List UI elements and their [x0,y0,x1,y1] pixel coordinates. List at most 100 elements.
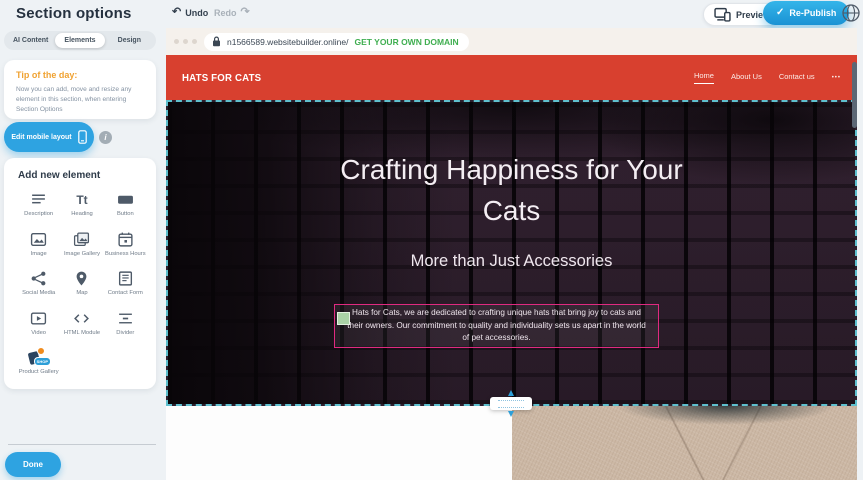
element-label: Contact Form [108,290,143,298]
element-label: Image [31,251,47,259]
nav-item-about[interactable]: About Us [731,72,762,84]
element-item-business-hours[interactable]: Business Hours [105,231,146,259]
republish-button[interactable]: ✓ Re-Publish [763,1,849,25]
resize-arrow-down-icon [508,411,514,417]
element-label: Image Gallery [64,251,100,259]
nav-more-icon[interactable]: ••• [832,75,841,81]
resize-grip-icon [498,400,524,408]
site-nav: Home About Us Contact us ••• [694,71,841,84]
done-label: Done [23,460,43,469]
map-pin-icon [73,270,90,287]
mobile-phone-icon [78,130,87,144]
devices-icon [714,6,731,23]
check-icon: ✓ [776,8,784,18]
preview-scrollbar[interactable] [852,62,857,128]
next-section-image[interactable] [512,406,857,480]
element-grid: Description Tt Heading Button Image [18,191,146,377]
element-label: Product Gallery [19,369,59,377]
tab-ai-content-label: AI Content [13,37,48,44]
nav-item-contact[interactable]: Contact us [779,72,815,84]
window-dots-icon [174,39,197,44]
shop-tag: SHOP [34,357,51,366]
get-domain-link[interactable]: GET YOUR OWN DOMAIN [354,37,458,47]
element-item-divider[interactable]: Divider [105,310,146,338]
product-gallery-icon: SHOP [28,349,50,366]
element-item-product-gallery[interactable]: SHOP Product Gallery [18,349,59,377]
section-resize-handle[interactable] [490,397,532,410]
redo-button[interactable]: Redo ↷ [214,7,250,18]
sidebar-tabs: AI Content Elements Design [4,31,156,50]
image-icon [30,231,47,248]
element-label: Business Hours [105,251,146,259]
element-item-contact-form[interactable]: Contact Form [105,270,146,298]
video-icon [30,310,47,327]
tip-title: Tip of the day: [16,70,144,80]
element-item-description[interactable]: Description [18,191,59,219]
divider-icon [117,310,134,327]
redo-icon: ↷ [241,7,250,18]
element-item-html-module[interactable]: HTML Module [61,310,102,338]
text-lines-icon [30,191,47,208]
element-label: Heading [71,211,93,219]
site-logo[interactable]: HATS FOR CATS [182,72,261,84]
tab-ai-content[interactable]: AI Content [6,33,55,48]
edit-mobile-layout-label: Edit mobile layout [11,134,71,141]
element-item-social-media[interactable]: Social Media [18,270,59,298]
edit-mobile-layout-button[interactable]: Edit mobile layout [4,122,94,152]
code-icon [73,310,90,327]
image-gallery-icon [73,231,90,248]
address-bar[interactable]: n1566589.websitebuilder.online/ GET YOUR… [204,33,469,51]
lock-icon [212,36,221,47]
done-button[interactable]: Done [5,452,61,477]
redo-label: Redo [214,8,237,18]
element-label: Map [76,290,87,298]
editor-window: Section options ↶ Undo Redo ↷ Preview ✓ … [0,0,863,480]
tab-design-label: Design [118,37,141,44]
selected-text-element[interactable]: Hats for Cats, we are dedicated to craft… [334,304,659,348]
info-icon[interactable]: i [99,131,112,144]
element-item-image[interactable]: Image [18,231,59,259]
element-item-image-gallery[interactable]: Image Gallery [61,231,102,259]
site-header: HATS FOR CATS Home About Us Contact us •… [166,55,857,100]
element-label: HTML Module [64,330,100,338]
hero-subheading[interactable]: More than Just Accessories [168,252,855,271]
element-label: Video [31,330,46,338]
tip-body: Now you can add, move and resize any ele… [16,85,144,115]
undo-icon: ↶ [172,7,181,18]
tab-elements[interactable]: Elements [55,33,104,48]
button-icon [117,191,134,208]
form-icon [117,270,134,287]
calendar-icon [117,231,134,248]
nav-item-home[interactable]: Home [694,71,714,84]
share-icon [30,270,47,287]
element-item-video[interactable]: Video [18,310,59,338]
hero-heading[interactable]: Crafting Happiness for Your Cats [168,150,855,231]
add-element-panel: Add new element Description Tt Heading B… [4,158,156,389]
heading-icon: Tt [73,191,90,208]
site-url: n1566589.websitebuilder.online/ [227,37,348,47]
element-label: Divider [116,330,134,338]
new-badge-icon [37,347,45,355]
browser-bar: n1566589.websitebuilder.online/ GET YOUR… [166,28,857,55]
globe-icon [841,3,861,23]
add-element-title: Add new element [18,170,146,181]
tab-elements-label: Elements [64,37,95,44]
selected-hero-section[interactable]: Crafting Happiness for Your Cats More th… [166,100,857,406]
hero-heading-text: Crafting Happiness for Your Cats [332,150,692,231]
element-item-heading[interactable]: Tt Heading [61,191,102,219]
element-item-map[interactable]: Map [61,270,102,298]
hero-body-text: Hats for Cats, we are dedicated to craft… [343,307,650,345]
language-globe-button[interactable] [841,3,861,23]
undo-button[interactable]: ↶ Undo [172,7,208,18]
resize-arrow-up-icon [508,390,514,396]
page-title: Section options [16,5,132,22]
republish-label: Re-Publish [789,8,836,18]
sidebar-divider [8,444,156,445]
element-label: Social Media [22,290,55,298]
tab-design[interactable]: Design [105,33,154,48]
element-item-button[interactable]: Button [105,191,146,219]
element-label: Button [117,211,134,219]
undo-label: Undo [185,8,208,18]
drag-handle[interactable] [337,312,350,325]
site-preview-frame: n1566589.websitebuilder.online/ GET YOUR… [166,28,857,480]
